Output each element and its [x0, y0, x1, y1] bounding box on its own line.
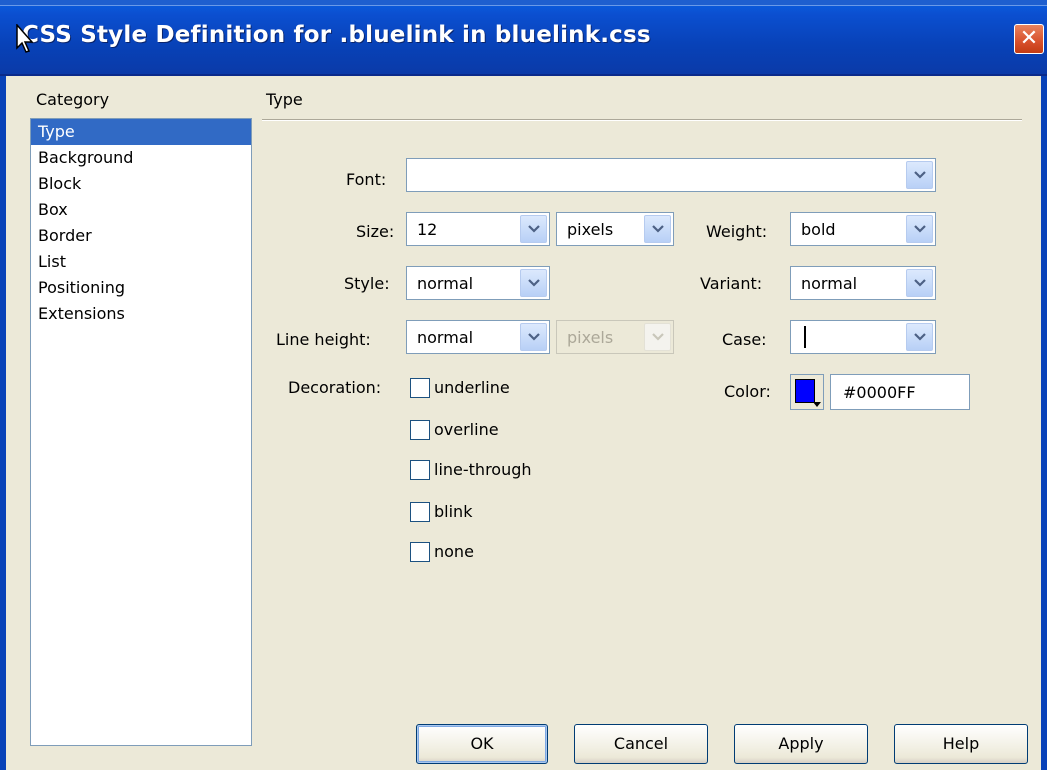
- variant-dropdown-button[interactable]: [906, 269, 933, 297]
- none-checkbox[interactable]: [410, 542, 430, 562]
- font-dropdown-button[interactable]: [906, 161, 933, 189]
- chevron-down-icon: [914, 171, 926, 179]
- case-select[interactable]: [790, 320, 936, 354]
- title-bar-top-strip: [0, 0, 1047, 6]
- close-icon: ✕: [1019, 26, 1039, 51]
- size-unit-select[interactable]: pixels: [556, 212, 674, 246]
- color-label: Color:: [724, 382, 771, 401]
- blink-checkbox[interactable]: [410, 502, 430, 522]
- line-through-checkbox[interactable]: [410, 460, 430, 480]
- weight-select[interactable]: bold: [790, 212, 936, 246]
- line-through-label[interactable]: line-through: [434, 460, 532, 479]
- window-title: CSS Style Definition for .bluelink in bl…: [22, 22, 651, 48]
- color-picker-button[interactable]: [790, 374, 824, 410]
- category-item-list[interactable]: List: [31, 249, 251, 275]
- color-swatch: [795, 379, 815, 403]
- category-item-box[interactable]: Box: [31, 197, 251, 223]
- variant-label: Variant:: [700, 274, 763, 293]
- weight-dropdown-button[interactable]: [906, 215, 933, 243]
- overline-checkbox[interactable]: [410, 420, 430, 440]
- category-item-background[interactable]: Background: [31, 145, 251, 171]
- underline-checkbox[interactable]: [410, 378, 430, 398]
- line-height-unit-value: pixels: [567, 328, 614, 347]
- line-height-dropdown-button[interactable]: [520, 323, 547, 351]
- weight-value: bold: [801, 220, 836, 239]
- chevron-down-icon: [914, 333, 926, 341]
- help-button[interactable]: Help: [894, 724, 1028, 764]
- title-bar[interactable]: CSS Style Definition for .bluelink in bl…: [0, 0, 1047, 76]
- size-label: Size:: [356, 222, 395, 241]
- size-unit-value: pixels: [567, 220, 614, 239]
- size-value: 12: [417, 220, 438, 239]
- apply-button[interactable]: Apply: [734, 724, 868, 764]
- font-label: Font:: [346, 170, 387, 189]
- size-unit-dropdown-button[interactable]: [644, 215, 671, 243]
- chevron-down-icon: [528, 333, 540, 341]
- category-item-extensions[interactable]: Extensions: [31, 301, 251, 327]
- category-item-border[interactable]: Border: [31, 223, 251, 249]
- close-button[interactable]: ✕: [1014, 24, 1044, 54]
- window-frame-right: [1041, 76, 1047, 770]
- chevron-down-icon: [914, 279, 926, 287]
- chevron-down-icon: [914, 225, 926, 233]
- size-select[interactable]: 12: [406, 212, 550, 246]
- window-frame-left: [0, 76, 6, 770]
- panel-title: Type: [266, 90, 303, 109]
- style-dropdown-button[interactable]: [520, 269, 547, 297]
- line-height-unit-select: pixels: [556, 320, 674, 354]
- weight-label: Weight:: [706, 222, 768, 241]
- chevron-down-icon: [528, 225, 540, 233]
- ok-button[interactable]: OK: [416, 724, 548, 764]
- category-item-positioning[interactable]: Positioning: [31, 275, 251, 301]
- style-label: Style:: [344, 274, 390, 293]
- category-item-block[interactable]: Block: [31, 171, 251, 197]
- style-value: normal: [417, 274, 474, 293]
- line-height-unit-dropdown-button: [644, 323, 671, 351]
- chevron-down-icon: [652, 225, 664, 233]
- overline-label[interactable]: overline: [434, 420, 499, 439]
- category-list[interactable]: Type Background Block Box Border List Po…: [30, 118, 252, 746]
- case-label: Case:: [722, 330, 767, 349]
- category-label: Category: [36, 90, 110, 109]
- style-select[interactable]: normal: [406, 266, 550, 300]
- none-label[interactable]: none: [434, 542, 474, 561]
- case-dropdown-button[interactable]: [906, 323, 933, 351]
- cancel-button[interactable]: Cancel: [574, 724, 708, 764]
- underline-label[interactable]: underline: [434, 378, 510, 397]
- panel-divider: [262, 119, 1022, 121]
- color-input[interactable]: #0000FF: [830, 374, 970, 410]
- mouse-pointer-icon: [16, 24, 34, 53]
- text-caret: [804, 326, 806, 348]
- chevron-down-icon: [528, 279, 540, 287]
- chevron-down-icon: [652, 333, 664, 341]
- line-height-label: Line height:: [276, 330, 371, 349]
- line-height-value: normal: [417, 328, 474, 347]
- font-select[interactable]: [406, 158, 936, 192]
- color-value: #0000FF: [843, 383, 916, 402]
- category-item-type[interactable]: Type: [31, 119, 251, 145]
- decoration-label: Decoration:: [288, 378, 382, 397]
- line-height-select[interactable]: normal: [406, 320, 550, 354]
- variant-select[interactable]: normal: [790, 266, 936, 300]
- blink-label[interactable]: blink: [434, 502, 472, 521]
- dropdown-triangle-icon: [813, 402, 821, 407]
- size-dropdown-button[interactable]: [520, 215, 547, 243]
- variant-value: normal: [801, 274, 858, 293]
